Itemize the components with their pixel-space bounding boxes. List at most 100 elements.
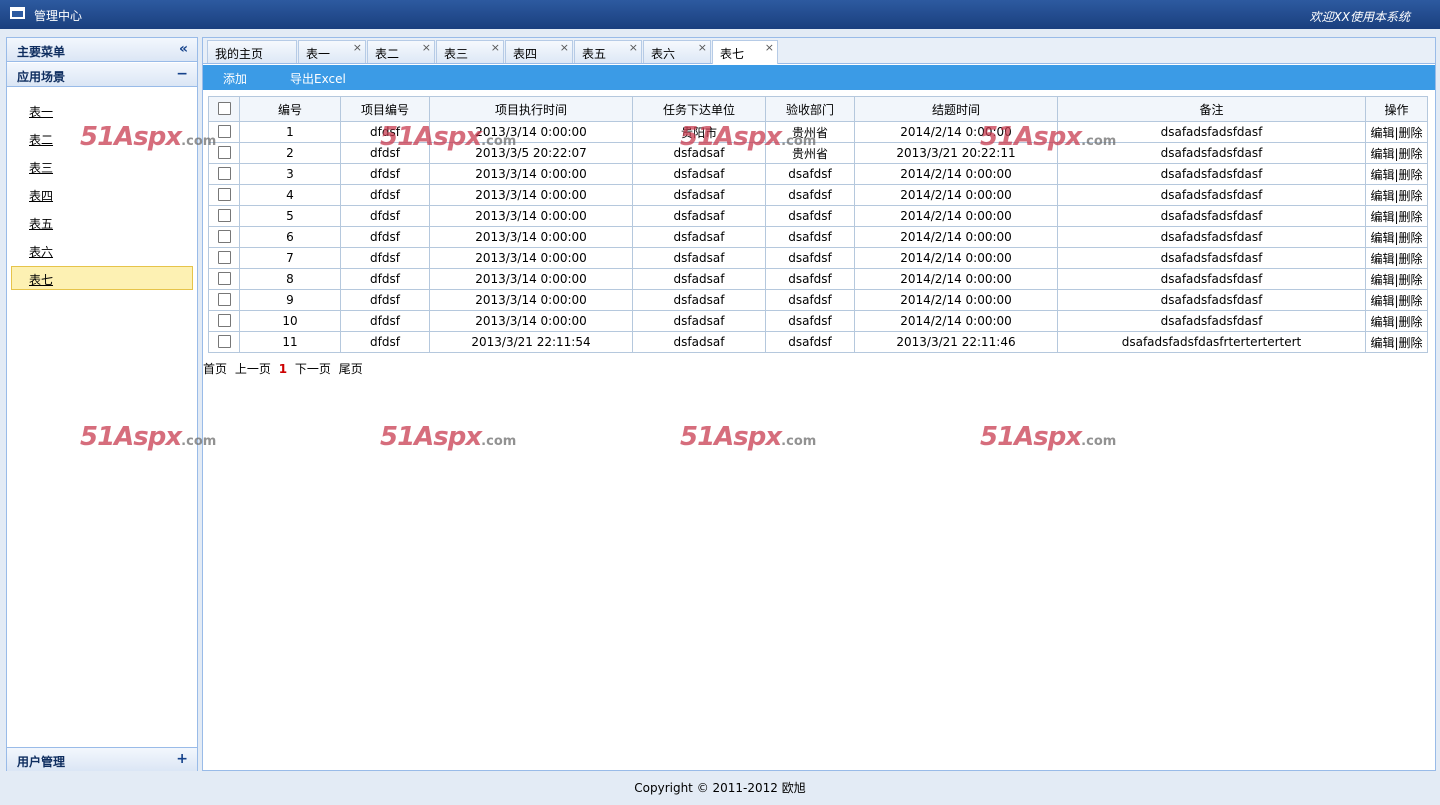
collapse-section-icon[interactable]: − (176, 66, 188, 82)
column-header: 验收部门 (765, 96, 855, 122)
tab[interactable]: 表七 × (712, 40, 778, 64)
prev-page-link[interactable]: 上一页 (235, 362, 271, 376)
delete-link[interactable]: 删除 (1399, 210, 1423, 224)
row-actions: 编辑|删除 (1365, 289, 1428, 311)
edit-link[interactable]: 编辑 (1370, 273, 1394, 287)
row-checkbox[interactable] (217, 313, 231, 327)
tab[interactable]: 我的主页 (207, 40, 297, 63)
next-page-link[interactable]: 下一页 (295, 362, 331, 376)
table-cell: 7 (239, 247, 341, 269)
table-cell: dsfadsaf (632, 247, 766, 269)
row-actions: 编辑|删除 (1365, 331, 1428, 353)
row-actions: 编辑|删除 (1365, 226, 1428, 248)
section-header-user-mgmt[interactable]: 用户管理 + (7, 747, 197, 771)
tab[interactable]: 表二 × (367, 40, 435, 63)
delete-link[interactable]: 删除 (1399, 336, 1423, 350)
table-cell: dsafdsf (765, 247, 855, 269)
section-header-scenarios[interactable]: 应用场景 − (7, 63, 197, 87)
table-cell: 6 (239, 226, 341, 248)
table-cell: dsafadsfadsfdasf (1057, 184, 1366, 206)
table-cell: 9 (239, 289, 341, 311)
row-checkbox[interactable] (217, 208, 231, 222)
table-cell: dsafadsfadsfdasf (1057, 163, 1366, 185)
export-excel-button[interactable]: 导出Excel (290, 70, 346, 87)
table-row: 9 dfdsf 2013/3/14 0:00:00 dsfadsaf dsafdsf 20… (208, 289, 1428, 311)
delete-link[interactable]: 删除 (1399, 189, 1423, 203)
table-cell: dfdsf (340, 289, 430, 311)
delete-link[interactable]: 删除 (1399, 315, 1423, 329)
tab-close-icon[interactable]: × (629, 41, 638, 54)
delete-link[interactable]: 删除 (1399, 273, 1423, 287)
row-actions: 编辑|删除 (1365, 247, 1428, 269)
table-cell: dfdsf (340, 205, 430, 227)
table-cell: 2014/2/14 0:00:00 (854, 121, 1058, 143)
sidebar-item[interactable]: 表四 (11, 182, 193, 206)
table-row: 8 dfdsf 2013/3/14 0:00:00 dsfadsaf dsafdsf 20… (208, 268, 1428, 290)
row-select-cell (208, 310, 240, 332)
tab-close-icon[interactable]: × (698, 41, 707, 54)
table-cell: dsfadsaf (632, 226, 766, 248)
select-all-checkbox[interactable] (217, 101, 231, 115)
delete-link[interactable]: 删除 (1399, 252, 1423, 266)
table-cell: 2014/2/14 0:00:00 (854, 184, 1058, 206)
tab[interactable]: 表六 × (643, 40, 711, 63)
tab-close-icon[interactable]: × (422, 41, 431, 54)
edit-link[interactable]: 编辑 (1370, 315, 1394, 329)
delete-link[interactable]: 删除 (1399, 168, 1423, 182)
tab[interactable]: 表四 × (505, 40, 573, 63)
row-checkbox[interactable] (217, 187, 231, 201)
tab-close-icon[interactable]: × (491, 41, 500, 54)
collapse-sidebar-icon[interactable]: « (179, 41, 188, 57)
table-row: 7 dfdsf 2013/3/14 0:00:00 dsfadsaf dsafdsf 20… (208, 247, 1428, 269)
last-page-link[interactable]: 尾页 (339, 362, 363, 376)
pagination: 首页 上一页 1 下一页 尾页 (203, 360, 367, 377)
edit-link[interactable]: 编辑 (1370, 294, 1394, 308)
row-select-cell (208, 268, 240, 290)
add-button[interactable]: 添加 (223, 70, 247, 87)
tab-close-icon[interactable]: × (560, 41, 569, 54)
sidebar-item[interactable]: 表六 (11, 238, 193, 262)
row-actions: 编辑|删除 (1365, 184, 1428, 206)
row-checkbox[interactable] (217, 271, 231, 285)
row-checkbox[interactable] (217, 292, 231, 306)
edit-link[interactable]: 编辑 (1370, 168, 1394, 182)
table-cell: 3 (239, 163, 341, 185)
expand-section-icon[interactable]: + (176, 751, 188, 767)
table-cell: 贵州省 (765, 142, 855, 164)
sidebar-item[interactable]: 表七 (11, 266, 193, 290)
row-checkbox[interactable] (217, 145, 231, 159)
row-checkbox[interactable] (217, 166, 231, 180)
tab-close-icon[interactable]: × (765, 41, 774, 54)
first-page-link[interactable]: 首页 (203, 362, 227, 376)
table-header-row: 编号 项目编号 项目执行时间 任务下达单位 验收部门 结题时间 备注 操作 (208, 96, 1428, 122)
table-cell: dsfadsaf (632, 163, 766, 185)
tab-close-icon[interactable]: × (353, 41, 362, 54)
edit-link[interactable]: 编辑 (1370, 189, 1394, 203)
delete-link[interactable]: 删除 (1399, 147, 1423, 161)
table-cell: dsafadsfadsfdasf (1057, 226, 1366, 248)
sidebar-item[interactable]: 表二 (11, 126, 193, 150)
row-checkbox[interactable] (217, 229, 231, 243)
main-menu-header: 主要菜单 « (7, 38, 197, 62)
sidebar-item[interactable]: 表五 (11, 210, 193, 234)
edit-link[interactable]: 编辑 (1370, 147, 1394, 161)
footer-copyright: Copyright © 2011-2012 欧旭 (634, 781, 806, 795)
row-checkbox[interactable] (217, 250, 231, 264)
sidebar-item[interactable]: 表一 (11, 98, 193, 122)
edit-link[interactable]: 编辑 (1370, 336, 1394, 350)
tab[interactable]: 表五 × (574, 40, 642, 63)
delete-link[interactable]: 删除 (1399, 126, 1423, 140)
tab[interactable]: 表一 × (298, 40, 366, 63)
edit-link[interactable]: 编辑 (1370, 252, 1394, 266)
column-header: 编号 (239, 96, 341, 122)
edit-link[interactable]: 编辑 (1370, 231, 1394, 245)
delete-link[interactable]: 删除 (1399, 231, 1423, 245)
row-checkbox[interactable] (217, 334, 231, 348)
delete-link[interactable]: 删除 (1399, 294, 1423, 308)
table-cell: 2013/3/14 0:00:00 (429, 121, 633, 143)
edit-link[interactable]: 编辑 (1370, 210, 1394, 224)
edit-link[interactable]: 编辑 (1370, 126, 1394, 140)
tab[interactable]: 表三 × (436, 40, 504, 63)
sidebar-item[interactable]: 表三 (11, 154, 193, 178)
row-checkbox[interactable] (217, 124, 231, 138)
